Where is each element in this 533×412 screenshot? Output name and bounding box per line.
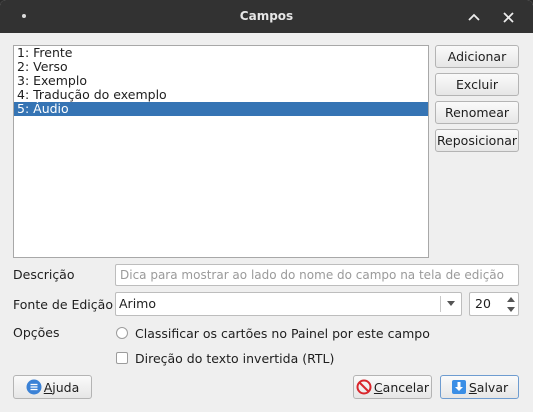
cancel-button[interactable]: Cancelar: [353, 375, 432, 399]
add-button[interactable]: Adicionar: [435, 45, 519, 68]
chevron-up-icon: [468, 13, 480, 21]
window-title: Campos: [239, 9, 294, 23]
fields-dialog: Campos 1: Frente 2: Verso 3: Exemplo 4: …: [0, 0, 533, 412]
help-icon: [26, 379, 42, 395]
rtl-checkbox[interactable]: [116, 352, 128, 364]
close-button[interactable]: [497, 6, 519, 28]
list-item[interactable]: 1: Frente: [14, 46, 428, 60]
rtl-option[interactable]: Direção do texto invertida (RTL): [116, 349, 334, 367]
list-item[interactable]: 2: Verso: [14, 60, 428, 74]
font-select[interactable]: Arimo: [115, 292, 462, 316]
list-item[interactable]: 3: Exemplo: [14, 74, 428, 88]
combo-divider: [440, 296, 441, 312]
description-input[interactable]: [115, 264, 519, 286]
spin-up-icon[interactable]: [507, 297, 515, 303]
save-button-label: Salvar: [468, 379, 509, 395]
rename-button[interactable]: Renomear: [435, 101, 519, 124]
title-bar: Campos: [0, 0, 533, 33]
help-button[interactable]: Ajuda: [13, 375, 92, 399]
options-label: Opções: [13, 325, 60, 340]
dropdown-arrow-icon: [447, 301, 455, 306]
sort-field-radio[interactable]: [116, 327, 128, 339]
edit-font-label: Fonte de Edição: [13, 297, 113, 312]
close-icon: [502, 11, 514, 23]
spin-down-icon[interactable]: [507, 306, 515, 312]
maximize-button[interactable]: [463, 6, 485, 28]
delete-button[interactable]: Excluir: [435, 73, 519, 96]
list-item[interactable]: 4: Tradução do exemplo: [14, 88, 428, 102]
help-button-label: Ajuda: [43, 379, 80, 395]
sort-field-option[interactable]: Classificar os cartões no Painel por est…: [116, 324, 430, 342]
download-icon: [451, 380, 466, 394]
font-select-value: Arimo: [119, 296, 156, 311]
list-item-selected[interactable]: 5: Áudio: [14, 102, 428, 116]
fields-list[interactable]: 1: Frente 2: Verso 3: Exemplo 4: Traduçã…: [13, 45, 429, 258]
sort-field-text: Classificar os cartões no Painel por est…: [135, 325, 430, 341]
save-button[interactable]: Salvar: [440, 375, 519, 399]
description-label: Descrição: [13, 267, 75, 282]
font-size-value: 20: [475, 296, 491, 311]
cancel-icon: [356, 379, 372, 395]
cancel-button-label: Cancelar: [373, 379, 430, 395]
font-size-spinbox[interactable]: 20: [469, 292, 519, 316]
reposition-button[interactable]: Reposicionar: [435, 129, 519, 152]
rtl-text: Direção do texto invertida (RTL): [135, 350, 335, 366]
